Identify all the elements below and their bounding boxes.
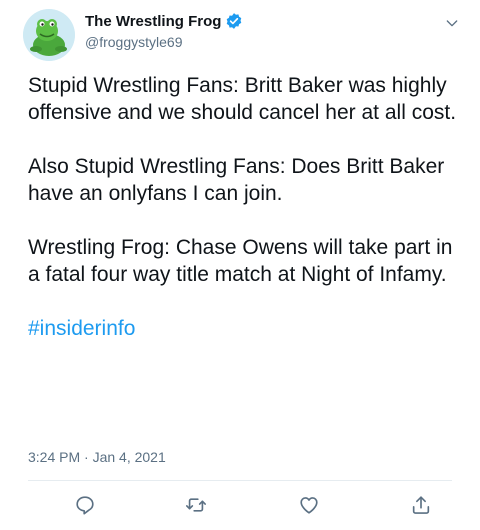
like-icon bbox=[300, 497, 318, 514]
retweet-icon bbox=[186, 498, 206, 512]
reply-icon bbox=[76, 496, 94, 515]
reply-button[interactable] bbox=[74, 494, 98, 518]
tweet-paragraph: Also Stupid Wrestling Fans: Does Britt B… bbox=[28, 155, 445, 205]
share-button[interactable] bbox=[410, 494, 434, 518]
more-options-button[interactable] bbox=[440, 11, 464, 35]
retweet-button[interactable] bbox=[185, 494, 209, 518]
action-bar bbox=[0, 494, 480, 520]
divider bbox=[28, 480, 452, 481]
handle[interactable]: @froggystyle69 bbox=[85, 34, 243, 50]
tweet-timestamp[interactable]: 3:24 PM · Jan 4, 2021 bbox=[28, 449, 166, 465]
hashtag-link[interactable]: #insiderinfo bbox=[28, 317, 135, 340]
frog-avatar-icon bbox=[23, 9, 75, 61]
display-name-row: The Wrestling Frog bbox=[85, 12, 243, 30]
tweet-paragraph: Stupid Wrestling Fans: Britt Baker was h… bbox=[28, 74, 457, 124]
tweet-header: The Wrestling Frog @froggystyle69 bbox=[23, 9, 464, 61]
tweet-paragraph: Wrestling Frog: Chase Owens will take pa… bbox=[28, 236, 453, 286]
chevron-down-icon bbox=[446, 20, 458, 27]
author-names: The Wrestling Frog @froggystyle69 bbox=[85, 12, 243, 50]
share-icon bbox=[412, 496, 430, 514]
verified-badge-icon bbox=[227, 13, 242, 29]
display-name[interactable]: The Wrestling Frog bbox=[85, 13, 221, 30]
like-button[interactable] bbox=[298, 494, 322, 518]
tweet-body: Stupid Wrestling Fans: Britt Baker was h… bbox=[28, 72, 458, 369]
avatar[interactable] bbox=[23, 9, 75, 61]
